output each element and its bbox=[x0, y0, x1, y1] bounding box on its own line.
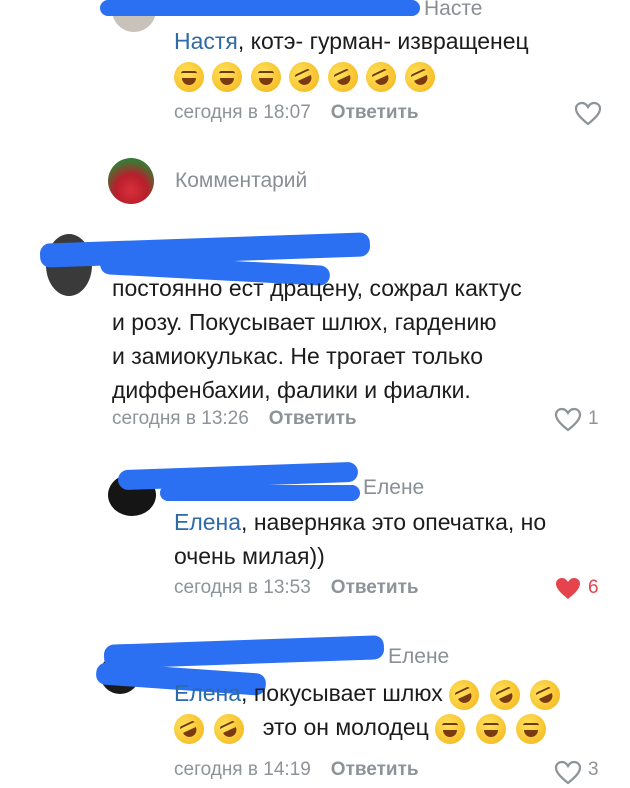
timestamp: сегодня в 13:53 bbox=[174, 577, 311, 598]
comment-meta: сегодня в 18:07 Ответить bbox=[174, 102, 419, 124]
mention-link[interactable]: Настя bbox=[174, 28, 238, 54]
redacted-name bbox=[103, 635, 385, 669]
reply-button[interactable]: Ответить bbox=[331, 577, 419, 598]
comment-meta: сегодня в 13:26 Ответить bbox=[112, 408, 357, 430]
rofl-icon bbox=[484, 674, 525, 715]
timestamp: сегодня в 18:07 bbox=[174, 102, 311, 123]
laughing-icon bbox=[435, 713, 466, 744]
reply-button[interactable]: Ответить bbox=[331, 102, 419, 123]
comment-line: и розу. Покусывает шлюх, гардению bbox=[112, 309, 497, 335]
comment-text: Настя, котэ- гурман- извращенец bbox=[174, 24, 529, 58]
heart-icon[interactable] bbox=[554, 407, 582, 433]
rofl-icon bbox=[444, 674, 485, 715]
timestamp: сегодня в 14:19 bbox=[174, 759, 311, 780]
rofl-icon bbox=[322, 57, 363, 97]
comment-line: диффенбахии, фалики и фиалки. bbox=[112, 377, 471, 403]
current-user-avatar bbox=[108, 158, 154, 204]
comment-line: это он молодец bbox=[262, 714, 429, 740]
comment-meta: сегодня в 14:19 Ответить bbox=[174, 759, 419, 781]
redacted-name bbox=[160, 485, 360, 501]
rofl-icon bbox=[399, 57, 440, 97]
redacted-name bbox=[100, 0, 420, 16]
comment-line: очень милая)) bbox=[174, 543, 325, 569]
rofl-icon bbox=[284, 57, 325, 97]
timestamp: сегодня в 13:26 bbox=[112, 408, 249, 429]
rofl-icon bbox=[361, 57, 402, 97]
like-count: 3 bbox=[588, 759, 599, 780]
comment-body: , котэ- гурман- извращенец bbox=[237, 28, 529, 54]
comment-text: Елена, наверняка это опечатка, но очень … bbox=[174, 505, 546, 573]
laughing-icon bbox=[515, 713, 546, 744]
emoji-row bbox=[174, 57, 440, 97]
reply-to-label: Насте bbox=[424, 0, 483, 20]
reply-to-label: Елене bbox=[363, 476, 425, 499]
like-count: 1 bbox=[588, 408, 599, 429]
sweat-smile-icon bbox=[212, 62, 243, 92]
reply-to-label: Елене bbox=[388, 645, 450, 668]
comment-body: , наверняка это опечатка, но bbox=[241, 509, 547, 535]
comment-text: постоянно ест драцену, сожрал кактус и р… bbox=[112, 271, 612, 407]
comment-line: постоянно ест драцену, сожрал кактус bbox=[112, 275, 522, 301]
mention-link[interactable]: Елена bbox=[174, 509, 241, 535]
comment-line: и замиокулькас. Не трогает только bbox=[112, 343, 483, 369]
rofl-icon bbox=[169, 708, 209, 749]
comment-body: , покусывает шлюх bbox=[241, 680, 443, 706]
sweat-smile-icon bbox=[174, 62, 204, 92]
heart-icon[interactable] bbox=[574, 101, 602, 127]
rofl-icon bbox=[209, 708, 250, 749]
comment-meta: сегодня в 13:53 Ответить bbox=[174, 577, 419, 599]
rofl-icon bbox=[524, 674, 565, 715]
laughing-icon bbox=[475, 713, 506, 744]
reply-button[interactable]: Ответить bbox=[269, 408, 357, 429]
sweat-smile-icon bbox=[250, 62, 281, 92]
comment-input[interactable]: Комментарий bbox=[175, 169, 307, 193]
heart-filled-icon[interactable] bbox=[554, 576, 582, 602]
heart-icon[interactable] bbox=[554, 760, 582, 786]
comment-text: Елена, покусывает шлюх это он молодец bbox=[169, 674, 565, 749]
mention-link[interactable]: Елена bbox=[174, 680, 241, 706]
reply-button[interactable]: Ответить bbox=[331, 759, 419, 780]
like-count: 6 bbox=[588, 577, 599, 598]
